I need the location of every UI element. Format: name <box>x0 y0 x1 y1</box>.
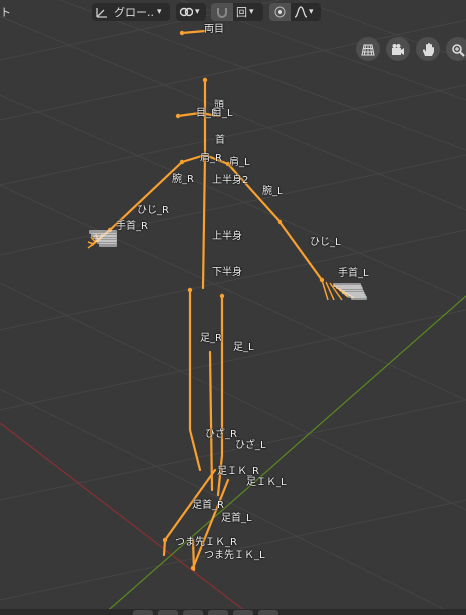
chevron-down-icon: ▾ <box>249 7 254 17</box>
snap-target-value: 回 <box>236 6 247 19</box>
bottom-tab[interactable] <box>158 610 178 615</box>
camera-icon <box>391 42 405 56</box>
falloff-dropdown[interactable]: ▾ <box>291 3 321 21</box>
bone-label: 足_L <box>233 342 254 353</box>
bone-label: つま先ＩＫ_L <box>204 550 265 561</box>
falloff-icon <box>294 5 308 19</box>
bottom-tab[interactable] <box>183 610 203 615</box>
pan-view-button[interactable] <box>416 37 440 61</box>
bone-label: 上半身2 <box>212 175 249 186</box>
bone-label: ひじ_L <box>310 237 341 248</box>
bone-label: 首 <box>215 135 225 146</box>
viewport-header: ト グロー.. ▾ ▾ 回 ▾ ▾ <box>0 0 466 24</box>
bottom-tab[interactable] <box>133 610 153 615</box>
bone-label: 両目 <box>204 24 224 35</box>
bone-label: 足首_R <box>192 500 224 511</box>
bone-label: ひざ_L <box>235 440 266 451</box>
bone-label: 目_L <box>212 108 233 119</box>
transform-orientation-dropdown[interactable]: グロー.. ▾ <box>92 3 170 21</box>
orientation-icon <box>95 5 109 19</box>
bottom-tab[interactable] <box>233 610 253 615</box>
3d-viewport[interactable]: 両目頭目_R 目_L 首肩_R 肩_L 上半身2 腕_R 腕_L ひじ_R ひじ_L 上半身 下半身… <box>0 0 466 615</box>
toggle-ortho-button[interactable] <box>356 37 380 61</box>
zoom-icon <box>451 42 465 57</box>
pivot-point-dropdown[interactable]: ▾ <box>176 3 206 21</box>
bottom-tab[interactable] <box>258 610 278 615</box>
bone-label: ひじ_R <box>137 205 169 216</box>
bone-label: 手首_L <box>338 268 369 279</box>
proportional-edit-icon <box>273 5 287 19</box>
bone-label: 上半身 <box>212 231 242 242</box>
bone-label: 腕_L <box>262 186 283 197</box>
camera-view-button[interactable] <box>386 37 410 61</box>
header-fragment-label: ト <box>0 6 11 19</box>
bone-label: 足_R <box>200 333 222 344</box>
bone-label: 腕_R <box>172 174 194 185</box>
grid-ortho-icon <box>361 42 375 56</box>
snap-toggle[interactable] <box>211 3 233 21</box>
bone-label: 足ＩＫ_L <box>246 477 287 488</box>
bone-label: ひざ_R <box>205 429 237 440</box>
zoom-view-button[interactable] <box>446 37 466 61</box>
link-icon <box>179 5 194 19</box>
bottom-status-strip <box>0 609 466 615</box>
bone-label: 足首_L <box>221 513 252 524</box>
bone-label: 肩_L <box>229 157 250 168</box>
hand-pan-icon <box>421 42 435 56</box>
bone-label: 手首_R <box>116 221 148 232</box>
chevron-down-icon: ▾ <box>157 7 162 17</box>
magnet-icon <box>215 5 229 19</box>
bone-label: 足ＩＫ_R <box>217 466 259 477</box>
finger-label-cluster <box>351 296 367 301</box>
chevron-down-icon: ▾ <box>309 7 314 17</box>
chevron-down-icon: ▾ <box>195 7 200 17</box>
bone-label: 肩_R <box>200 153 222 164</box>
bone-label: つま先ＩＫ_R <box>175 537 237 548</box>
transform-orientation-value: グロー.. <box>114 6 154 19</box>
proportional-edit-toggle[interactable] <box>269 3 291 21</box>
snap-target-dropdown[interactable]: 回 ▾ <box>233 3 263 21</box>
bone-label: 下半身 <box>212 267 242 278</box>
finger-label-cluster <box>99 242 117 247</box>
bottom-tab[interactable] <box>208 610 228 615</box>
